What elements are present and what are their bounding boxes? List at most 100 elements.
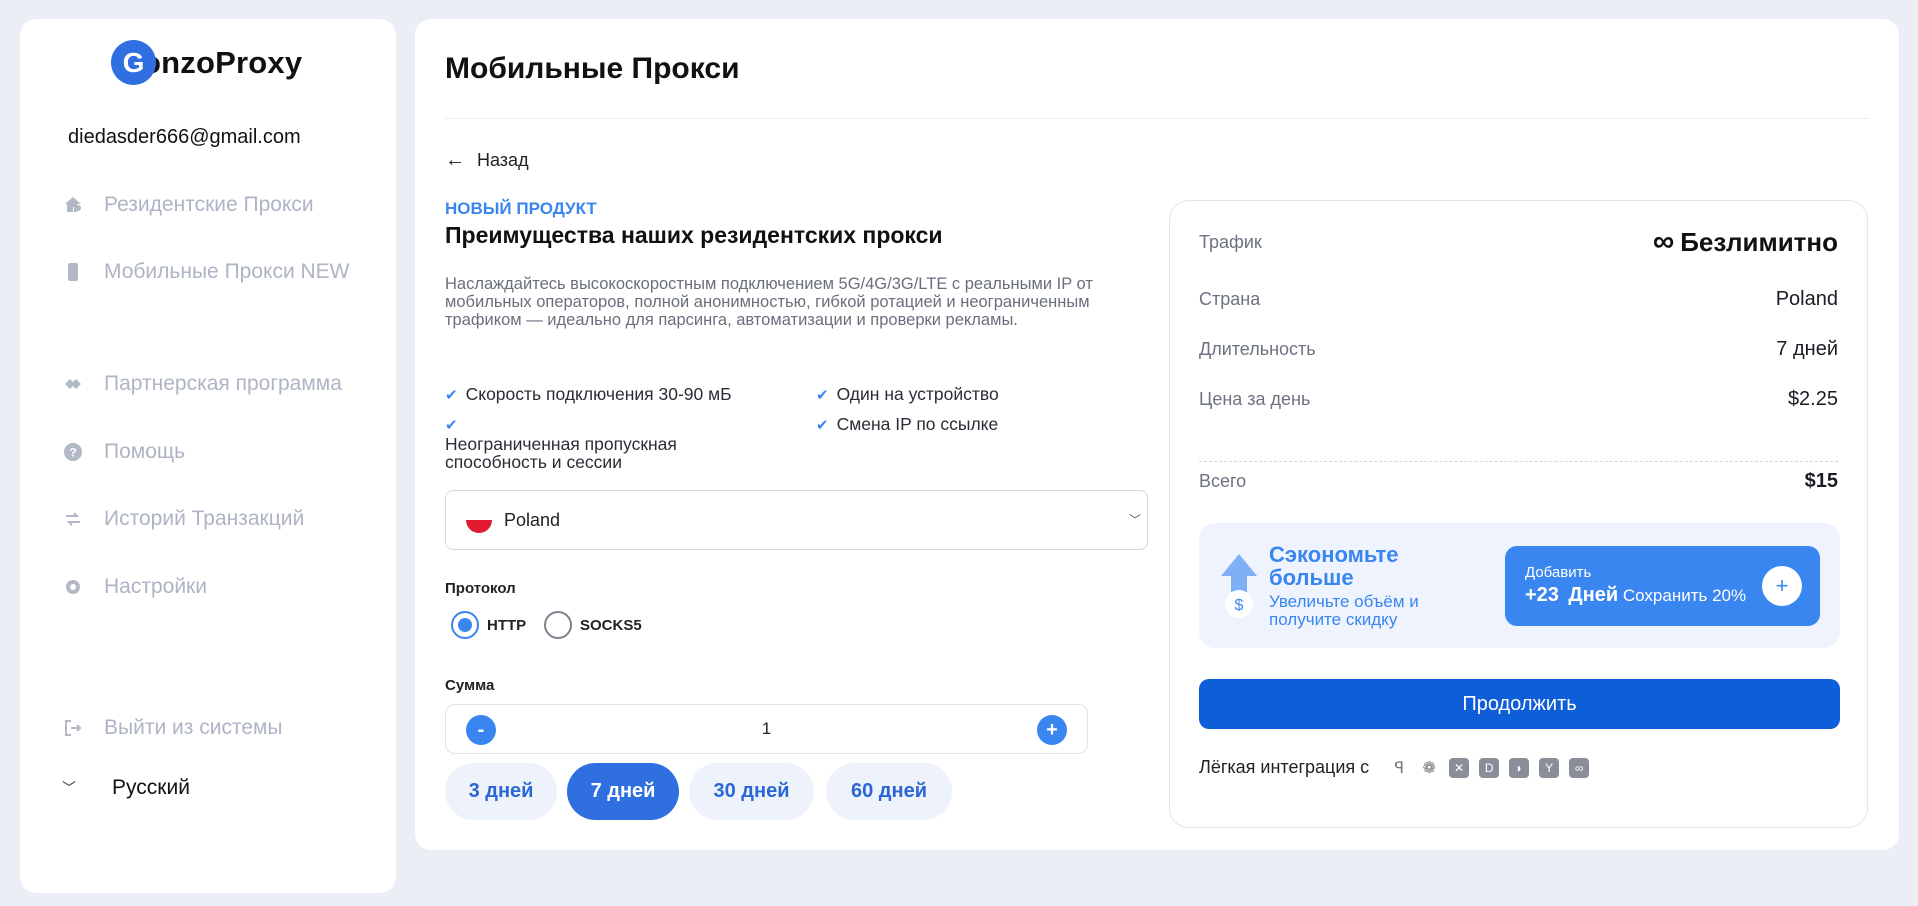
- sidebar-item-label: Помощь: [104, 440, 186, 463]
- integration-icons: ꟼ ❁ ✕ D ◗ Y ∞: [1379, 757, 1590, 778]
- duration-option-30[interactable]: 30 дней: [689, 763, 814, 820]
- savings-arrow-icon: $: [1221, 554, 1257, 618]
- traffic-value-text: Безлимитно: [1680, 226, 1838, 257]
- main-panel: Мобильные Прокси ← Назад НОВЫЙ ПРОДУКТ П…: [415, 19, 1899, 850]
- logout-icon: [62, 717, 84, 739]
- sidebar-item-partner-program[interactable]: Партнерская программа: [62, 364, 342, 404]
- sidebar: G onzoProxy diedasder666@gmail.com Резид…: [20, 19, 396, 893]
- country-value: Poland: [1775, 288, 1838, 310]
- summary-row-total: Всего $15: [1199, 470, 1838, 493]
- feature-text: Скорость подключения 30-90 мБ: [465, 384, 732, 404]
- add-days-line: +23 Дней Сохранить 20%: [1525, 584, 1746, 607]
- chevron-down-icon: ﹀: [62, 780, 76, 796]
- price-label: Цена за день: [1199, 389, 1311, 409]
- add-days-unit: Дней: [1568, 584, 1619, 606]
- feature-item: ✔ Скорость подключения 30-90 мБ: [445, 385, 732, 405]
- order-summary-card: Трафик ∞ Безлимитно Страна Poland Длител…: [1169, 200, 1868, 828]
- gear-icon: [62, 576, 84, 598]
- arrow-left-icon: ←: [445, 149, 465, 171]
- protocol-label: Протокол: [445, 580, 516, 597]
- feature-text: Неограниченная пропускная способность и …: [445, 434, 677, 472]
- phone-icon: [62, 261, 84, 283]
- sidebar-item-residential-proxies[interactable]: Резидентские Прокси: [62, 185, 314, 225]
- sidebar-item-label: Настройки: [104, 575, 207, 598]
- sidebar-item-label: Резидентские Прокси: [104, 193, 314, 216]
- integration-icon: ꟼ: [1394, 759, 1404, 777]
- country-label: Страна: [1199, 289, 1261, 309]
- logo-text: onzoProxy: [142, 44, 303, 80]
- logo[interactable]: G onzoProxy: [111, 40, 302, 85]
- duration-option-7[interactable]: 7 дней: [567, 763, 679, 820]
- protocol-radio-http[interactable]: HTTP: [451, 611, 526, 639]
- language-selector[interactable]: ﹀ Русский: [62, 776, 190, 800]
- save-percent: Сохранить 20%: [1622, 586, 1747, 605]
- infinity-icon: ∞: [1652, 225, 1675, 258]
- add-label: Добавить: [1525, 564, 1592, 581]
- check-icon: ✔: [816, 417, 829, 434]
- new-product-tag: НОВЫЙ ПРОДУКТ: [445, 199, 597, 218]
- feature-item: ✔ Смена IP по ссылке: [816, 415, 998, 435]
- integration-label: Лёгкая интеграция с: [1199, 757, 1370, 777]
- transfer-icon: [62, 508, 84, 530]
- handshake-icon: [62, 373, 84, 395]
- plus-icon: +: [1762, 566, 1802, 606]
- user-email: diedasder666@gmail.com: [68, 126, 301, 148]
- sidebar-item-label: Партнерская программа: [104, 372, 342, 395]
- sidebar-item-help[interactable]: ? Помощь: [62, 432, 185, 472]
- chevron-down-icon: ﹀: [1128, 513, 1141, 527]
- country-select[interactable]: Poland ﹀: [445, 490, 1148, 550]
- radio-label: SOCKS5: [580, 616, 642, 634]
- sidebar-item-label: Выйти из системы: [104, 716, 283, 739]
- sidebar-item-mobile-proxies[interactable]: Мобильные Прокси NEW: [62, 252, 350, 292]
- summary-row-country: Страна Poland: [1199, 288, 1838, 311]
- total-label: Всего: [1199, 471, 1247, 491]
- back-label: Назад: [477, 150, 529, 170]
- protocol-radio-socks5[interactable]: SOCKS5: [544, 611, 642, 639]
- svg-text:$: $: [1235, 597, 1244, 614]
- page-title: Мобильные Прокси: [445, 52, 740, 85]
- upsell-banner: $ Сэкономьте больше Увеличьте объём и по…: [1199, 523, 1840, 648]
- sidebar-item-settings[interactable]: Настройки: [62, 567, 207, 607]
- radio-dot: [451, 611, 479, 639]
- sidebar-item-label: Историй Транзакций: [104, 507, 305, 530]
- summary-row-traffic: Трафик ∞ Безлимитно: [1199, 225, 1838, 259]
- country-value: Poland: [504, 509, 561, 530]
- product-description: Наслаждайтесь высокоскоростным подключен…: [445, 275, 1093, 329]
- duration-option-3[interactable]: 3 дней: [445, 763, 557, 820]
- integration-icon: ✕: [1449, 757, 1470, 778]
- feature-item: ✔ Неограниченная пропускная способность и…: [445, 415, 715, 471]
- amount-label: Сумма: [445, 677, 495, 694]
- help-icon: ?: [62, 441, 84, 463]
- sidebar-item-transactions[interactable]: Историй Транзакций: [62, 499, 304, 539]
- traffic-label: Трафик: [1199, 231, 1262, 252]
- feature-text: Смена IP по ссылке: [836, 414, 999, 434]
- integrations: Лёгкая интеграция с ꟼ ❁ ✕ D ◗ Y ∞: [1199, 757, 1590, 778]
- logo-icon: G: [111, 40, 156, 85]
- amount-stepper: - 1 +: [445, 704, 1088, 754]
- sidebar-item-label: Мобильные Прокси NEW: [104, 260, 350, 283]
- add-days-button[interactable]: Добавить +23 Дней Сохранить 20% +: [1505, 546, 1820, 626]
- house-user-icon: [62, 194, 84, 216]
- check-icon: ✔: [445, 417, 458, 434]
- svg-text:?: ?: [69, 446, 76, 460]
- check-icon: ✔: [816, 387, 829, 404]
- add-days-amount: +23: [1525, 584, 1559, 606]
- language-label: Русский: [112, 776, 190, 799]
- radio-dot: [544, 611, 572, 639]
- divider: [445, 118, 1869, 119]
- feature-item: ✔ Один на устройство: [816, 385, 999, 405]
- amount-value[interactable]: 1: [446, 719, 1087, 739]
- continue-button[interactable]: Продолжить: [1199, 679, 1840, 729]
- summary-row-price: Цена за день $2.25: [1199, 388, 1838, 411]
- duration-value: 7 дней: [1776, 338, 1838, 360]
- integration-icon: ∞: [1569, 757, 1590, 778]
- back-button[interactable]: ← Назад: [445, 149, 529, 172]
- promo-text: Увеличьте объём и получите скидку: [1269, 592, 1419, 629]
- sidebar-item-logout[interactable]: Выйти из системы: [62, 708, 283, 748]
- increment-button[interactable]: +: [1037, 715, 1067, 745]
- integration-icon: D: [1479, 757, 1500, 778]
- radio-label: HTTP: [487, 616, 527, 634]
- poland-flag-icon: [466, 507, 492, 533]
- feature-text: Один на устройство: [836, 384, 999, 404]
- duration-option-60[interactable]: 60 дней: [826, 763, 952, 820]
